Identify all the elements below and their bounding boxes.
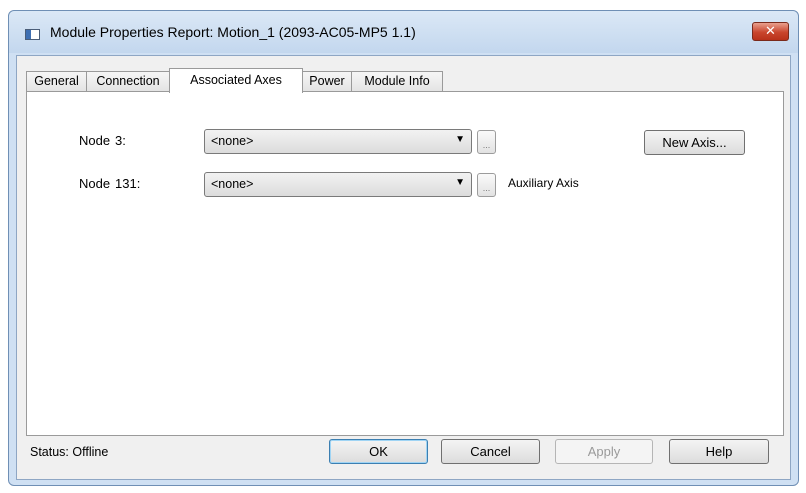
apply-button[interactable]: Apply [555, 439, 653, 464]
node-3-ellipsis-button[interactable]: ... [477, 130, 496, 154]
close-button[interactable]: ✕ [752, 22, 789, 41]
chevron-down-icon: ▼ [455, 177, 465, 188]
associated-axes-panel: Node 3: <none> ▼ ... New Axis... Node 13… [26, 91, 784, 436]
node-number: 3: [115, 133, 126, 148]
node-3-axis-value: <none> [211, 134, 254, 148]
module-window-icon [25, 29, 40, 40]
title-bar[interactable]: Module Properties Report: Motion_1 (2093… [9, 11, 798, 53]
tab-power[interactable]: Power [302, 71, 352, 92]
node-label: Node [79, 133, 111, 148]
tab-connection[interactable]: Connection [86, 71, 170, 92]
status-value: Offline [72, 445, 109, 459]
auxiliary-axis-label: Auxiliary Axis [508, 176, 579, 190]
close-icon: ✕ [765, 24, 776, 39]
new-axis-button[interactable]: New Axis... [644, 130, 745, 155]
status-line: Status: Offline [30, 445, 108, 459]
node-131-axis-value: <none> [211, 177, 254, 191]
node-131-ellipsis-button[interactable]: ... [477, 173, 496, 197]
node-label: Node [79, 176, 111, 191]
window-title: Module Properties Report: Motion_1 (2093… [50, 24, 416, 40]
tab-general[interactable]: General [26, 71, 87, 92]
node-131-axis-dropdown[interactable]: <none> ▼ [204, 172, 472, 197]
cancel-button[interactable]: Cancel [441, 439, 540, 464]
dialog-client-area: General Connection Associated Axes Power… [16, 55, 791, 480]
chevron-down-icon: ▼ [455, 134, 465, 145]
status-label: Status: [30, 445, 69, 459]
ok-button[interactable]: OK [329, 439, 428, 464]
tab-associated-axes[interactable]: Associated Axes [169, 68, 303, 93]
node-3-axis-dropdown[interactable]: <none> ▼ [204, 129, 472, 154]
dialog-window: Module Properties Report: Motion_1 (2093… [8, 10, 799, 486]
help-button[interactable]: Help [669, 439, 769, 464]
tab-module-info[interactable]: Module Info [351, 71, 443, 92]
node-number: 131: [115, 176, 141, 191]
